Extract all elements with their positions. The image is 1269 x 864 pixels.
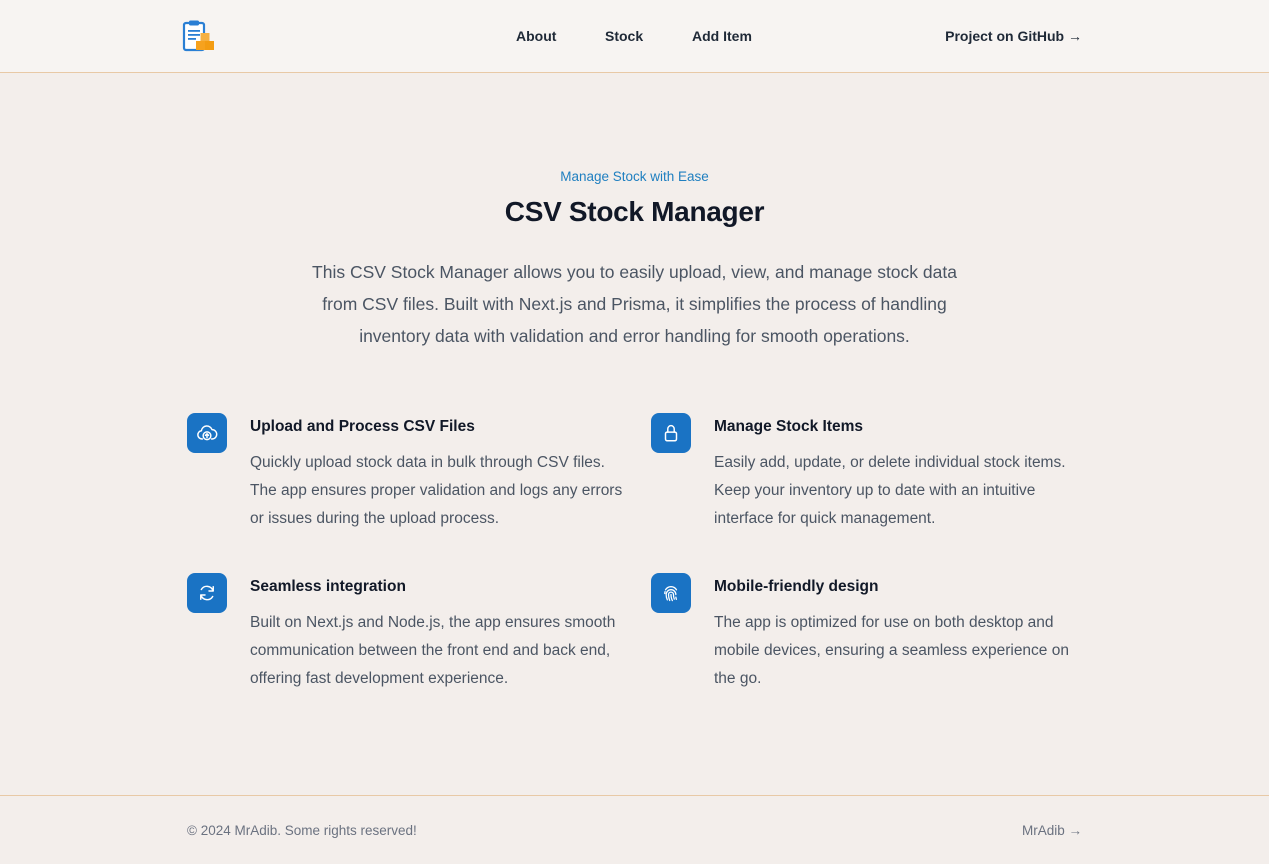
hero-description: This CSV Stock Manager allows you to eas… xyxy=(312,262,957,346)
feature-title: Seamless integration xyxy=(250,578,406,595)
feature-title: Upload and Process CSV Files xyxy=(250,418,475,435)
clipboard-boxes-icon[interactable] xyxy=(182,19,216,53)
feature-description: The app is optimized for use on both des… xyxy=(714,614,1069,687)
page-title: CSV Stock Manager xyxy=(504,196,765,227)
lock-icon xyxy=(651,413,691,453)
feature-title: Mobile-friendly design xyxy=(714,578,879,595)
cloud-upload-icon xyxy=(187,413,227,453)
hero-eyebrow: Manage Stock with Ease xyxy=(560,169,709,184)
github-project-link[interactable]: Project on GitHub → xyxy=(945,26,1082,46)
nav-add-item[interactable]: Add Item xyxy=(692,26,752,46)
site-footer: © 2024 MrAdib. Some rights reserved! MrA… xyxy=(0,795,1269,864)
feature-description: Easily add, update, or delete individual… xyxy=(714,454,1066,527)
copyright-text: © 2024 MrAdib. Some rights reserved! xyxy=(187,823,417,838)
feature-description: Built on Next.js and Node.js, the app en… xyxy=(250,614,616,687)
nav-stock[interactable]: Stock xyxy=(605,26,643,46)
fingerprint-icon xyxy=(651,573,691,613)
site-header: About Stock Add Item Project on GitHub → xyxy=(0,0,1269,73)
feature-title: Manage Stock Items xyxy=(714,418,864,435)
refresh-icon xyxy=(187,573,227,613)
nav-about[interactable]: About xyxy=(516,26,556,46)
feature-description: Quickly upload stock data in bulk throug… xyxy=(250,454,623,527)
author-link[interactable]: MrAdib → xyxy=(1022,822,1082,840)
